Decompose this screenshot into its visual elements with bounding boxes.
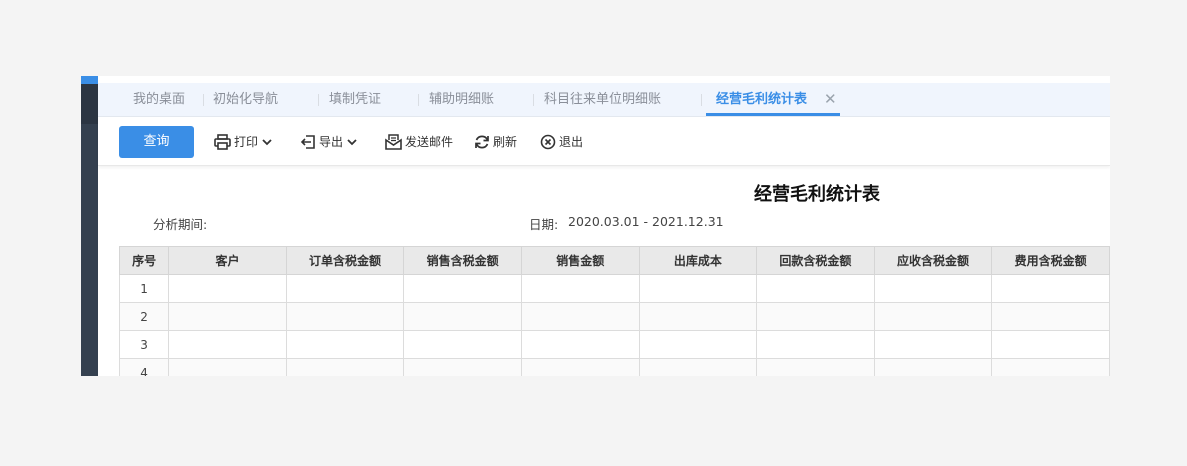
table-cell[interactable] (520, 302, 640, 331)
table-cell[interactable] (638, 330, 758, 359)
table-cell[interactable] (873, 330, 993, 359)
table-cell[interactable] (520, 330, 640, 359)
tab-separator (701, 94, 702, 106)
column-header-index[interactable]: 序号 (118, 246, 170, 275)
column-header-outbound-cost[interactable]: 出库成本 (638, 246, 758, 275)
table-row[interactable]: 4 (118, 358, 1110, 376)
refresh-label: 刷新 (493, 134, 518, 149)
table-cell[interactable] (638, 358, 758, 376)
table-cell[interactable] (168, 274, 287, 303)
table-row[interactable]: 3 (118, 330, 1110, 359)
tab-bar: 我的桌面 初始化导航 填制凭证 辅助明细账 科目往来单位明细账 经营毛利统计表 … (98, 83, 1110, 117)
tab-desktop[interactable]: 我的桌面 (133, 83, 185, 116)
left-sidebar (81, 76, 98, 376)
sidebar-header (81, 84, 98, 124)
table-cell[interactable] (991, 274, 1110, 303)
refresh-icon (475, 135, 489, 148)
table-cell[interactable] (873, 302, 993, 331)
send-mail-button[interactable]: 发送邮件 (385, 131, 453, 151)
column-header-collection-amount[interactable]: 回款含税金额 (756, 246, 875, 275)
table-row[interactable]: 2 (118, 302, 1110, 331)
refresh-button[interactable]: 刷新 (474, 131, 517, 151)
column-header-order-amount[interactable]: 订单含税金额 (285, 246, 405, 275)
tab-voucher-entry[interactable]: 填制凭证 (329, 83, 381, 116)
exit-button[interactable]: 退出 (540, 131, 583, 151)
table-cell[interactable] (873, 358, 993, 376)
table-cell[interactable] (756, 274, 875, 303)
tab-separator (203, 94, 204, 106)
column-header-sales-tax-amount[interactable]: 销售含税金额 (403, 246, 522, 275)
close-circle-icon (540, 134, 556, 149)
send-mail-label: 发送邮件 (405, 134, 454, 149)
tab-separator (418, 94, 419, 106)
analysis-period-label: 分析期间: (153, 217, 208, 232)
table-cell[interactable] (168, 330, 287, 359)
tab-init-nav[interactable]: 初始化导航 (213, 83, 278, 116)
table-cell[interactable] (991, 302, 1110, 331)
table-header-row: 序号 客户 订单含税金额 销售含税金额 销售金额 出库成本 回款含税金额 应收含… (118, 246, 1110, 275)
report-table: 序号 客户 订单含税金额 销售含税金额 销售金额 出库成本 回款含税金额 应收含… (118, 246, 1110, 376)
tab-separator (533, 94, 534, 106)
date-value: 2020.03.01 - 2021.12.31 (568, 214, 724, 229)
row-index: 1 (118, 274, 170, 303)
tab-account-ledger[interactable]: 科目往来单位明细账 (544, 83, 661, 116)
table-cell[interactable] (168, 358, 287, 376)
sidebar-accent (81, 76, 98, 84)
table-cell[interactable] (285, 330, 405, 359)
table-cell[interactable] (756, 302, 875, 331)
query-button[interactable]: 查询 (119, 126, 194, 158)
column-header-expense-amount[interactable]: 费用含税金额 (991, 246, 1110, 275)
table-cell[interactable] (403, 358, 522, 376)
row-index: 2 (118, 302, 170, 331)
print-button[interactable]: 打印 (214, 131, 272, 151)
table-cell[interactable] (991, 358, 1110, 376)
toolbar: 查询 打印 导出 发送邮件 刷新 退出 (98, 117, 1110, 166)
report-title: 经营毛利统计表 (754, 184, 880, 205)
date-label: 日期: (529, 217, 559, 232)
export-button[interactable]: 导出 (300, 131, 357, 151)
row-index: 3 (118, 330, 170, 359)
tab-gross-profit-report[interactable]: 经营毛利统计表 (705, 83, 841, 116)
row-index: 4 (118, 358, 170, 376)
printer-icon (214, 133, 231, 150)
column-header-receivable-amount[interactable]: 应收含税金额 (873, 246, 993, 275)
export-icon (300, 134, 315, 149)
mail-icon (385, 133, 402, 150)
table-cell[interactable] (403, 274, 522, 303)
table-cell[interactable] (873, 274, 993, 303)
table-cell[interactable] (638, 274, 758, 303)
table-cell[interactable] (991, 330, 1110, 359)
table-cell[interactable] (285, 274, 405, 303)
chevron-down-icon (262, 138, 272, 145)
exit-label: 退出 (559, 134, 584, 149)
table-cell[interactable] (638, 302, 758, 331)
table-cell[interactable] (403, 302, 522, 331)
column-header-customer[interactable]: 客户 (168, 246, 287, 275)
table-cell[interactable] (520, 274, 640, 303)
table-cell[interactable] (756, 330, 875, 359)
table-cell[interactable] (520, 358, 640, 376)
app-window: 我的桌面 初始化导航 填制凭证 辅助明细账 科目往来单位明细账 经营毛利统计表 … (81, 76, 1110, 376)
close-icon[interactable]: ✕ (824, 83, 837, 116)
table-cell[interactable] (756, 358, 875, 376)
table-cell[interactable] (285, 302, 405, 331)
print-label: 打印 (234, 134, 259, 149)
table-row[interactable]: 1 (118, 274, 1110, 303)
table-cell[interactable] (403, 330, 522, 359)
tab-separator (318, 94, 319, 106)
chevron-down-icon (347, 138, 357, 145)
tab-aux-ledger[interactable]: 辅助明细账 (429, 83, 494, 116)
export-label: 导出 (319, 134, 344, 149)
table-cell[interactable] (285, 358, 405, 376)
column-header-sales-amount[interactable]: 销售金额 (520, 246, 640, 275)
table-cell[interactable] (168, 302, 287, 331)
